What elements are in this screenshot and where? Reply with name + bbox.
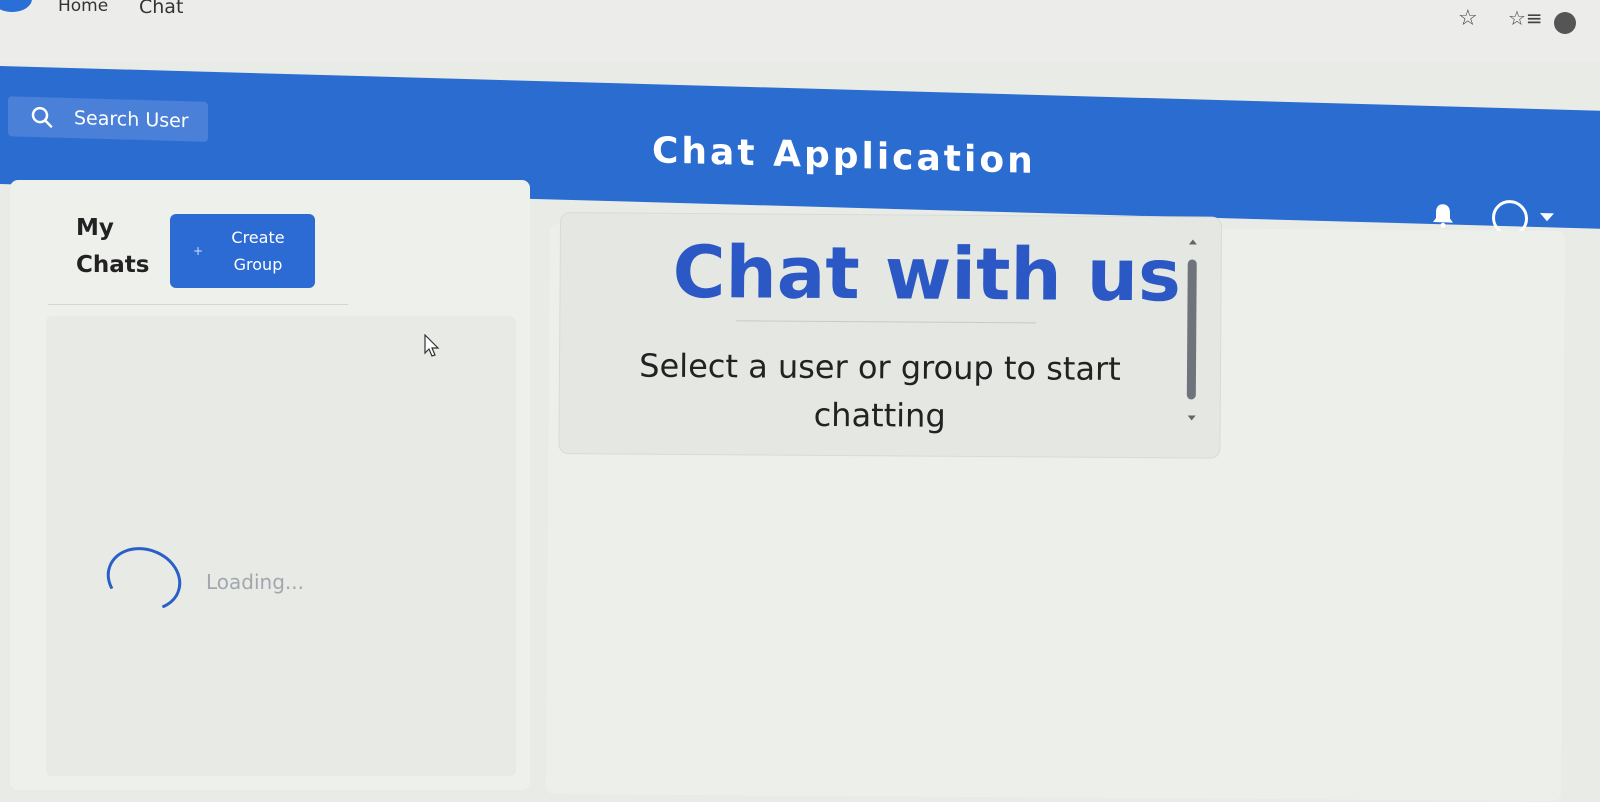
search-user-button[interactable]: Search User	[8, 96, 208, 142]
scroll-up-icon[interactable]	[1188, 239, 1197, 245]
search-icon	[22, 97, 62, 138]
browser-toolbar: Home Chat ☆ ☆≡	[0, 0, 1600, 62]
star-icon[interactable]: ☆	[1458, 6, 1478, 31]
cursor-icon	[424, 333, 442, 358]
my-chats-title-text: My Chats	[76, 215, 150, 278]
plus-icon: +	[192, 244, 204, 258]
bookmark-chat[interactable]: Chat	[139, 0, 183, 18]
scrollbar[interactable]	[1184, 239, 1199, 443]
chat-area: Chat with us Select a user or group to s…	[546, 212, 1565, 802]
chat-list: Loading...	[46, 316, 516, 776]
divider	[48, 304, 348, 305]
bell-icon[interactable]	[1432, 202, 1454, 229]
browser-logo-icon	[0, 0, 32, 12]
bookmark-home[interactable]: Home	[58, 0, 108, 16]
loading-spinner-icon	[97, 536, 191, 622]
loading-text: Loading...	[206, 570, 304, 594]
my-chats-panel: My Chats + Create Group Loading...	[10, 180, 530, 790]
profile-icon[interactable]	[1554, 12, 1576, 34]
favorites-icon[interactable]: ☆≡	[1508, 6, 1543, 30]
app-title: Chat Application	[652, 130, 1036, 182]
welcome-title: Chat with us	[672, 229, 1182, 318]
create-group-button[interactable]: + Create Group	[170, 214, 315, 288]
welcome-subtitle: Select a user or group to start chatting	[639, 346, 1121, 435]
search-user-label: Search User	[74, 107, 189, 133]
welcome-card: Chat with us Select a user or group to s…	[558, 212, 1223, 459]
divider	[736, 320, 1037, 324]
scroll-down-icon[interactable]	[1187, 415, 1196, 421]
my-chats-title: My Chats	[76, 210, 150, 284]
scroll-thumb[interactable]	[1186, 259, 1197, 400]
chevron-down-icon[interactable]	[1540, 213, 1554, 222]
create-group-label: Create Group	[231, 228, 285, 274]
